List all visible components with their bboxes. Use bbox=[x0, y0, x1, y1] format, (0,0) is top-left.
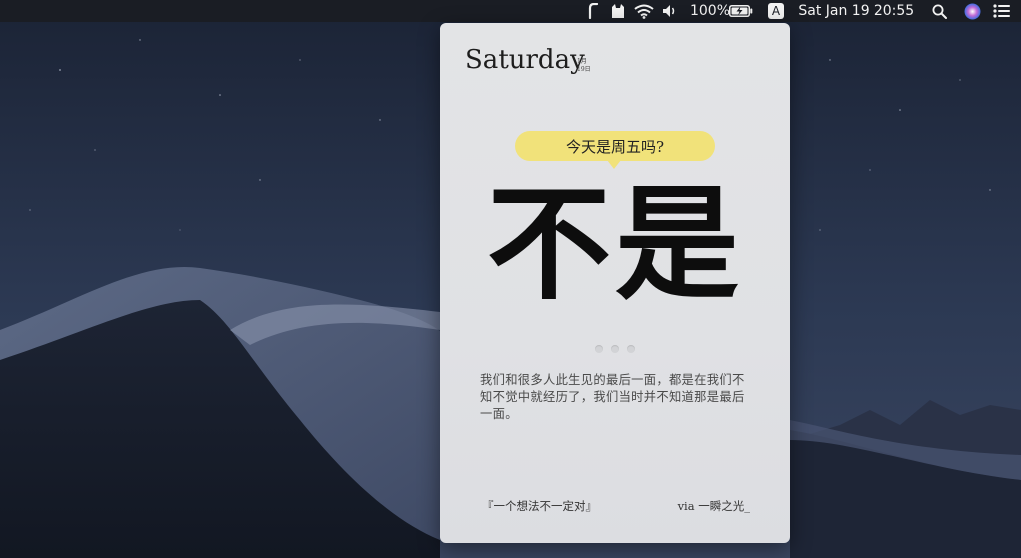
tune-icon[interactable] bbox=[584, 0, 602, 22]
answer-text: 不是 bbox=[486, 172, 743, 317]
battery-charging-icon[interactable] bbox=[728, 0, 754, 22]
menubar-clock[interactable]: 20:55 bbox=[872, 0, 916, 22]
time-label: 20:55 bbox=[873, 3, 915, 19]
quote-via: via 一瞬之光_ bbox=[677, 499, 750, 513]
small-date: 1月 19日 bbox=[577, 58, 591, 74]
spotlight-search-icon[interactable] bbox=[929, 0, 949, 22]
date-day: 19日 bbox=[577, 66, 591, 73]
page-dots bbox=[595, 345, 635, 353]
wifi-icon[interactable] bbox=[632, 0, 656, 22]
quote-text: 我们和很多人此生见的最后一面，都是在我们不知不觉中就经历了，我们当时并不知道那是… bbox=[480, 373, 745, 421]
battery-percentage-label: 100% bbox=[689, 3, 731, 19]
battery-percentage[interactable]: 100% bbox=[689, 0, 731, 22]
siri-icon[interactable] bbox=[962, 0, 982, 22]
page-dot[interactable] bbox=[595, 345, 603, 353]
question-bubble-tail bbox=[607, 160, 621, 169]
menu-bar: 100% A Sat Jan 19 20:55 bbox=[0, 0, 1021, 22]
cat-icon[interactable] bbox=[607, 0, 629, 22]
volume-icon[interactable] bbox=[660, 0, 680, 22]
notification-center-icon[interactable] bbox=[991, 0, 1011, 22]
day-name: Saturday bbox=[465, 45, 585, 75]
menubar-date[interactable]: Sat Jan 19 bbox=[798, 0, 870, 22]
quote-source: 『一个想法不一定对』 bbox=[482, 499, 597, 513]
page-dot[interactable] bbox=[627, 345, 635, 353]
question-bubble: 今天是周五吗? bbox=[515, 131, 715, 161]
date-month: 1月 bbox=[577, 58, 587, 65]
input-source-label: A bbox=[768, 3, 784, 19]
day-widget-panel[interactable]: Saturday 1月 19日 今天是周五吗? 不是 我们和很多人此生见的最后一… bbox=[440, 23, 790, 543]
date-label: Sat Jan 19 bbox=[798, 3, 870, 19]
page-dot[interactable] bbox=[611, 345, 619, 353]
input-source-icon[interactable]: A bbox=[767, 0, 785, 22]
question-text: 今天是周五吗? bbox=[565, 137, 665, 156]
